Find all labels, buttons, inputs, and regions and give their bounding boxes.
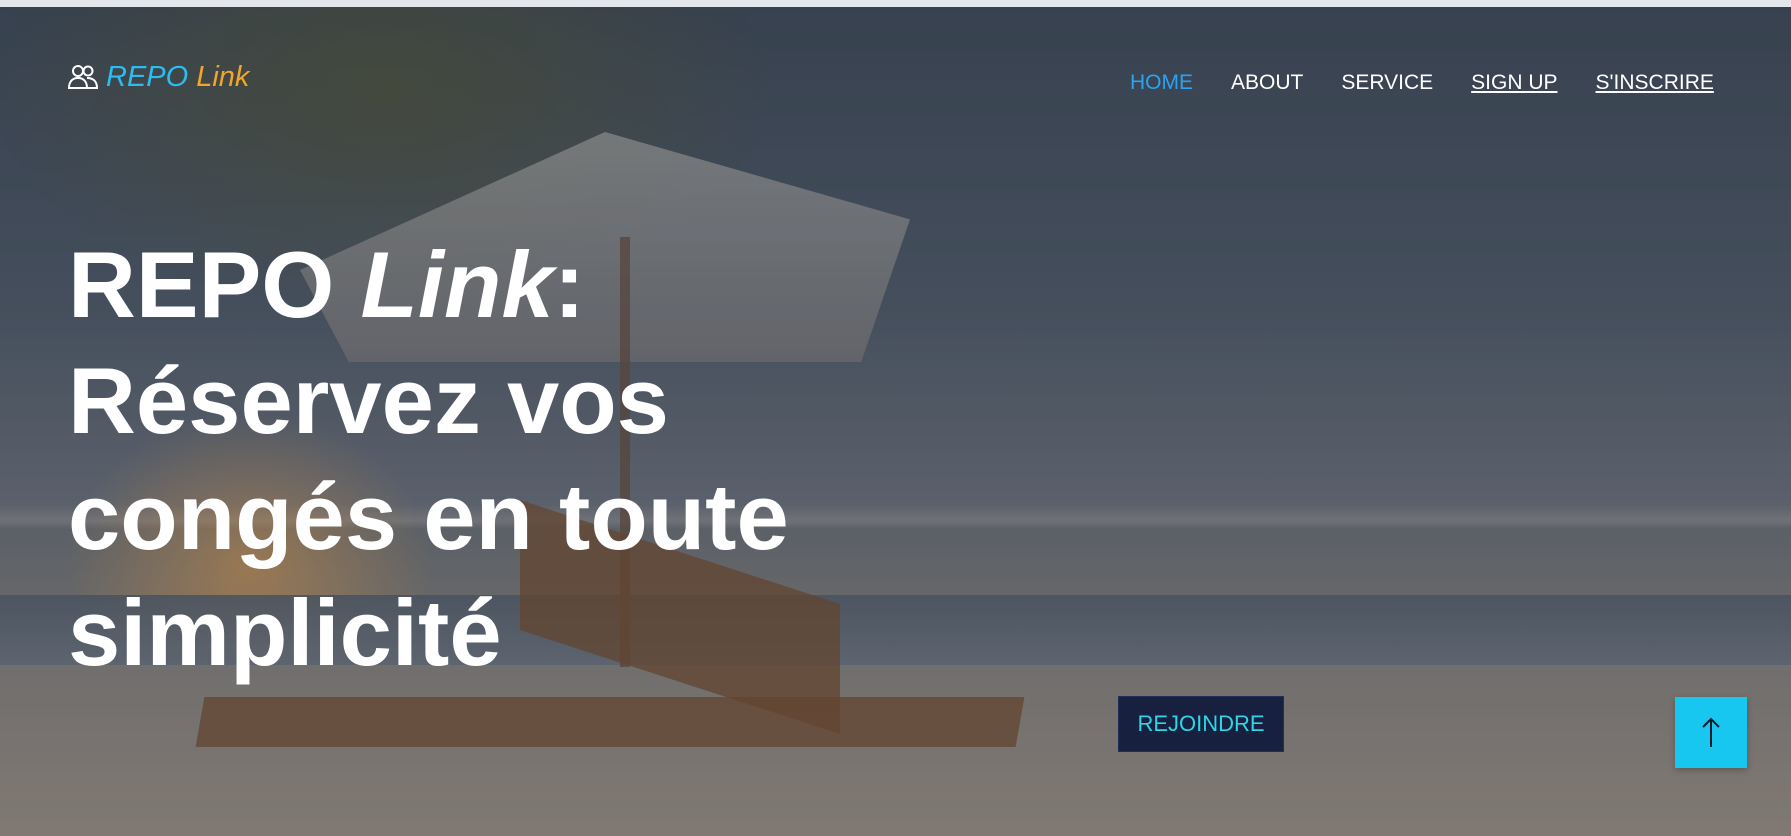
nav-service-link[interactable]: SERVICE (1341, 71, 1433, 95)
top-navigation: REPO Link HOME ABOUT SERVICE SIGN UP S'IN… (0, 7, 1791, 147)
scroll-to-top-button[interactable] (1675, 697, 1747, 768)
nav-sinscrire-link[interactable]: S'INSCRIRE (1596, 71, 1714, 95)
brand-name-link: Link (196, 60, 250, 93)
users-icon (68, 65, 98, 89)
hero-headline-line-4: simplicité (68, 580, 502, 685)
hero-headline-line-1: REPO Link: (68, 227, 828, 343)
hero-headline: REPO Link: Réservez vos congés en toute … (68, 227, 828, 691)
hero-title-link: Link (360, 232, 554, 337)
hero-headline-line-2: Réservez vos (68, 348, 669, 453)
nav-menu: HOME ABOUT SERVICE SIGN UP S'INSCRIRE (1130, 69, 1714, 97)
arrow-up-icon (1702, 717, 1720, 747)
brand-name-repo: REPO (106, 60, 189, 93)
nav-sign-up-link[interactable]: SIGN UP (1471, 71, 1557, 95)
rejoindre-button[interactable]: REJOINDRE (1118, 696, 1284, 752)
hero-title-repo: REPO (68, 232, 361, 337)
window-top-border (0, 0, 1791, 7)
brand-logo[interactable]: REPO Link (68, 59, 249, 95)
hero-title-colon: : (553, 232, 586, 337)
nav-about-link[interactable]: ABOUT (1231, 71, 1303, 95)
nav-home-link[interactable]: HOME (1130, 71, 1193, 95)
hero-section: REPO Link HOME ABOUT SERVICE SIGN UP S'IN… (0, 7, 1791, 836)
hero-headline-line-3: congés en toute (68, 464, 789, 569)
